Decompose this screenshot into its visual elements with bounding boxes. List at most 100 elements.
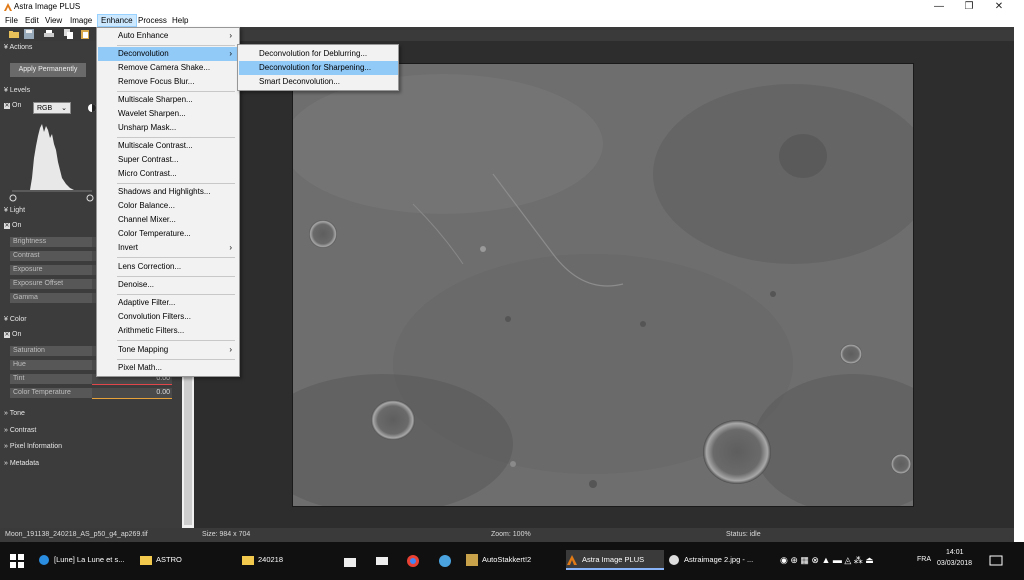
metadata-section[interactable]: » Metadata bbox=[4, 460, 39, 467]
menu-item-color-balance[interactable]: Color Balance... bbox=[98, 199, 238, 213]
menu-item-multiscale-sharpen[interactable]: Multiscale Sharpen... bbox=[98, 93, 238, 107]
color-temperature-slider[interactable]: 0.00 bbox=[92, 388, 172, 398]
menu-item-channel-mixer[interactable]: Channel Mixer... bbox=[98, 213, 238, 227]
notifications-icon[interactable] bbox=[989, 554, 1003, 568]
menu-item-denoise[interactable]: Denoise... bbox=[98, 278, 238, 292]
moon-image[interactable] bbox=[292, 63, 914, 507]
taskbar-paint-window[interactable]: Astraimage 2.jpg - ... bbox=[668, 550, 766, 570]
menu-item-lens-correction[interactable]: Lens Correction... bbox=[98, 260, 238, 274]
apply-permanently-button[interactable]: Apply Permanently bbox=[10, 63, 86, 77]
menu-enhance[interactable]: Enhance bbox=[97, 14, 137, 27]
submenu-arrow-icon: › bbox=[229, 345, 232, 354]
menu-item-convolution-filters[interactable]: Convolution Filters... bbox=[98, 310, 238, 324]
submenu-arrow-icon: › bbox=[229, 31, 232, 40]
mail-icon[interactable] bbox=[375, 554, 389, 568]
color-on-checkbox[interactable]: ✕ bbox=[4, 332, 10, 338]
menu-item-shadows-highlights[interactable]: Shadows and Highlights... bbox=[98, 185, 238, 199]
exposure-offset-slider-label: Exposure Offset bbox=[10, 279, 92, 289]
menu-item-auto-enhance[interactable]: Auto Enhance › bbox=[98, 29, 238, 43]
menu-item-tone-mapping[interactable]: Tone Mapping › bbox=[98, 343, 238, 357]
menu-item-super-contrast[interactable]: Super Contrast... bbox=[98, 153, 238, 167]
store-icon[interactable] bbox=[343, 554, 357, 568]
clock-date[interactable]: 03/03/2018 bbox=[937, 560, 972, 567]
brightness-slider-label: Brightness bbox=[10, 237, 92, 247]
restore-button[interactable]: ❐ bbox=[954, 0, 984, 14]
channel-select[interactable]: RGB ⌄ bbox=[33, 102, 71, 114]
menu-item-remove-focus-blur[interactable]: Remove Focus Blur... bbox=[98, 75, 238, 89]
submenu-arrow-icon: › bbox=[229, 49, 232, 58]
tray-icons[interactable]: ◉ ⊕ ▦ ⊗ ▲ ▬ ◬ ⁂ ⏏ bbox=[780, 555, 874, 566]
image-viewport[interactable] bbox=[194, 41, 1014, 528]
status-size: Size: 984 x 704 bbox=[202, 531, 251, 538]
close-button[interactable]: ✕ bbox=[984, 0, 1014, 14]
levels-on-checkbox[interactable]: ✕ bbox=[4, 103, 10, 109]
window-title: Astra Image PLUS bbox=[14, 2, 81, 11]
clock-time[interactable]: 14:01 bbox=[946, 549, 964, 556]
app-icon[interactable] bbox=[438, 554, 452, 568]
menu-item-arithmetic-filters[interactable]: Arithmetic Filters... bbox=[98, 324, 238, 338]
exposure-slider-label: Exposure bbox=[10, 265, 92, 275]
language-indicator[interactable]: FRA bbox=[917, 556, 931, 563]
hue-slider-label: Hue bbox=[10, 360, 92, 370]
black-point-handle-icon[interactable] bbox=[9, 194, 17, 202]
moon-surface-illustration bbox=[293, 64, 913, 506]
taskbar-240218-folder[interactable]: 240218 bbox=[242, 550, 340, 570]
light-on-label: On bbox=[12, 222, 22, 229]
menu-item-deconvolution[interactable]: Deconvolution › bbox=[98, 47, 238, 61]
menu-edit[interactable]: Edit bbox=[22, 14, 42, 27]
open-icon[interactable] bbox=[9, 29, 19, 39]
menu-help[interactable]: Help bbox=[169, 14, 191, 27]
title-bar: Astra Image PLUS — ❐ ✕ bbox=[0, 0, 1024, 14]
menu-separator bbox=[117, 91, 235, 92]
menu-item-multiscale-contrast[interactable]: Multiscale Contrast... bbox=[98, 139, 238, 153]
menu-process[interactable]: Process bbox=[135, 14, 170, 27]
menu-item-micro-contrast[interactable]: Micro Contrast... bbox=[98, 167, 238, 181]
menu-item-color-temperature[interactable]: Color Temperature... bbox=[98, 227, 238, 241]
actions-header[interactable]: ¥ Actions bbox=[4, 44, 32, 51]
minimize-button[interactable]: — bbox=[924, 0, 954, 14]
light-on-checkbox[interactable]: ✕ bbox=[4, 223, 10, 229]
copy-icon[interactable] bbox=[64, 29, 74, 39]
deconvolution-submenu: Deconvolution for Deblurring... Deconvol… bbox=[237, 44, 399, 91]
pixel-information-section[interactable]: » Pixel Information bbox=[4, 443, 62, 450]
taskbar-autostakkert[interactable]: AutoStakkert!2 bbox=[466, 550, 562, 570]
contrast-slider-label: Contrast bbox=[10, 251, 92, 261]
menu-item-deconvolution-sharpening[interactable]: Deconvolution for Sharpening... bbox=[239, 61, 398, 75]
color-temperature-bar bbox=[92, 398, 172, 399]
menu-item-smart-deconvolution[interactable]: Smart Deconvolution... bbox=[239, 75, 398, 89]
levels-header[interactable]: ¥ Levels bbox=[4, 87, 30, 94]
paint-icon bbox=[669, 555, 679, 566]
chrome-icon[interactable] bbox=[406, 554, 420, 568]
menu-view[interactable]: View bbox=[42, 14, 65, 27]
taskbar-astra-image[interactable]: Astra Image PLUS bbox=[566, 550, 664, 570]
folder-icon bbox=[242, 556, 254, 566]
contrast-section[interactable]: » Contrast bbox=[4, 427, 36, 434]
chevron-down-icon: ⌄ bbox=[61, 105, 67, 112]
taskbar-edge-window[interactable]: [Lune] La Lune et s... bbox=[38, 550, 136, 570]
save-icon[interactable] bbox=[24, 29, 34, 39]
windows-start-icon[interactable] bbox=[10, 554, 24, 568]
menu-image[interactable]: Image bbox=[67, 14, 95, 27]
menu-item-wavelet-sharpen[interactable]: Wavelet Sharpen... bbox=[98, 107, 238, 121]
taskbar-astro-folder[interactable]: ASTRO bbox=[140, 550, 238, 570]
astra-image-icon bbox=[567, 555, 577, 566]
paste-icon[interactable] bbox=[80, 29, 90, 39]
menu-item-deconvolution-deblurring[interactable]: Deconvolution for Deblurring... bbox=[239, 47, 398, 61]
print-icon[interactable] bbox=[44, 29, 54, 39]
white-point-handle-icon[interactable] bbox=[86, 194, 94, 202]
color-temperature-slider-label: Color Temperature bbox=[10, 388, 92, 398]
light-header[interactable]: ¥ Light bbox=[4, 207, 25, 214]
menu-item-remove-camera-shake[interactable]: Remove Camera Shake... bbox=[98, 61, 238, 75]
menu-item-pixel-math[interactable]: Pixel Math... bbox=[98, 361, 238, 375]
color-header[interactable]: ¥ Color bbox=[4, 316, 27, 323]
menu-item-invert[interactable]: Invert › bbox=[98, 241, 238, 255]
menu-separator bbox=[117, 340, 235, 341]
menu-item-adaptive-filter[interactable]: Adaptive Filter... bbox=[98, 296, 238, 310]
tone-section[interactable]: » Tone bbox=[4, 410, 25, 417]
menu-separator bbox=[117, 257, 235, 258]
histogram bbox=[12, 118, 92, 193]
menu-item-unsharp-mask[interactable]: Unsharp Mask... bbox=[98, 121, 238, 135]
menu-file[interactable]: File bbox=[2, 14, 21, 27]
menu-separator bbox=[117, 137, 235, 138]
menu-separator bbox=[117, 45, 235, 46]
